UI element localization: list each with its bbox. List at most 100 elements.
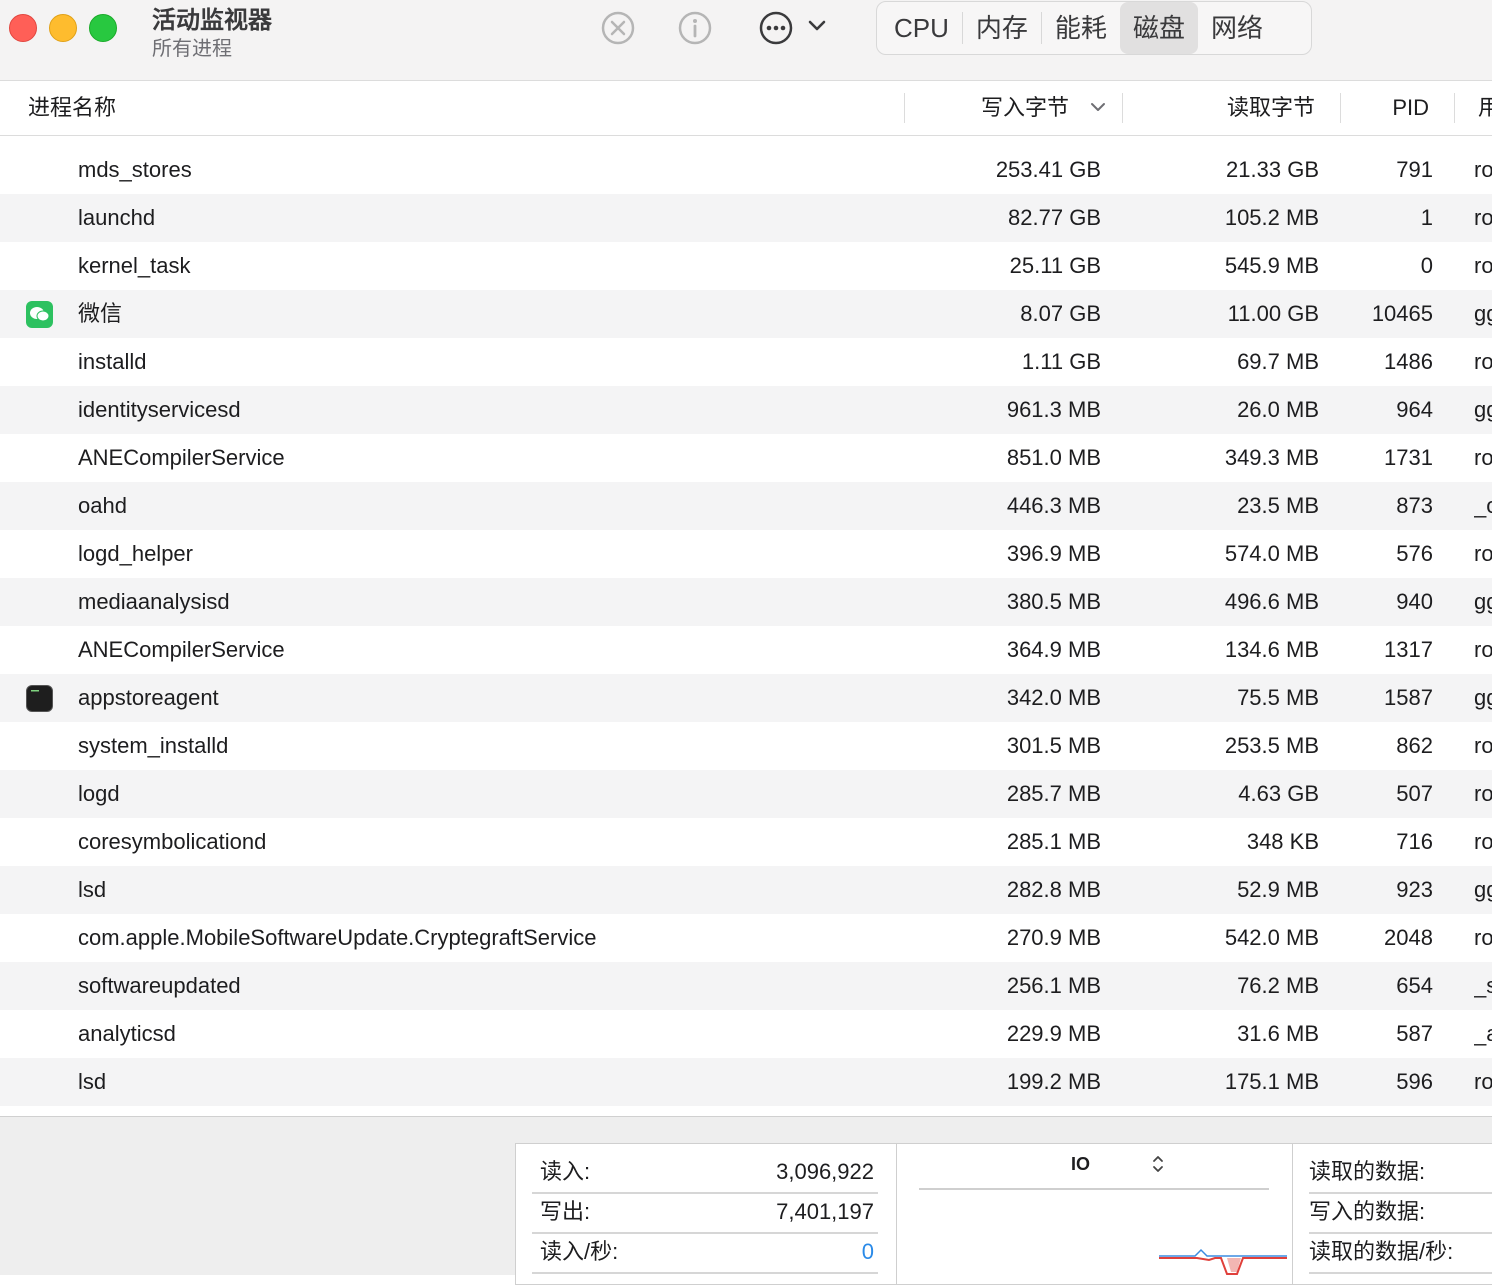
table-row[interactable]: 微信 8.07 GB 11.00 GB 10465 gg (0, 290, 1492, 338)
bytes-read: 52.9 MB (1237, 877, 1319, 902)
table-row[interactable]: coresymbolicationd 285.1 MB 348 KB 716 ro (0, 818, 1492, 866)
table-row[interactable]: appstoreagent 342.0 MB 75.5 MB 1587 gg (0, 674, 1492, 722)
read-series-line (1159, 1248, 1287, 1257)
bytes-read: 545.9 MB (1224, 253, 1319, 278)
user: ro (1474, 925, 1492, 950)
pid: 596 (1396, 1069, 1433, 1094)
bytes-written: 301.5 MB (1006, 733, 1101, 758)
chevron-down-icon[interactable] (806, 14, 828, 43)
bytes-written: 282.8 MB (1006, 877, 1101, 902)
tab-energy[interactable]: 能耗 (1042, 2, 1120, 54)
column-header-process-name[interactable]: 进程名称 (28, 81, 116, 135)
minimize-window-button[interactable] (49, 14, 77, 42)
bytes-written: 364.9 MB (1006, 637, 1101, 662)
table-row[interactable]: com.apple.MobileSoftwareUpdate.Cryptegra… (0, 914, 1492, 962)
pid: 923 (1396, 877, 1433, 902)
bytes-written: 199.2 MB (1006, 1069, 1101, 1094)
process-name: ANECompilerService (78, 445, 285, 470)
table-row[interactable]: lsd 199.2 MB 175.1 MB 596 ro (0, 1058, 1492, 1106)
user: gg (1474, 301, 1492, 326)
tab-disk[interactable]: 磁盘 (1119, 2, 1198, 54)
column-header-user[interactable]: 用 (1478, 81, 1492, 135)
process-name: ANECompilerService (78, 637, 285, 662)
process-name: 微信 (78, 301, 123, 326)
stat-row-reads-in: 读入: 3,096,922 (532, 1152, 878, 1194)
table-row[interactable]: installd 1.11 GB 69.7 MB 1486 ro (0, 338, 1492, 386)
more-options-icon[interactable] (756, 8, 796, 53)
stat-row-writes-out: 写出: 7,401,197 (532, 1192, 878, 1234)
bytes-written: 851.0 MB (1006, 445, 1101, 470)
process-filter-label[interactable]: 所有进程 (152, 32, 232, 61)
table-row[interactable]: ANECompilerService 364.9 MB 134.6 MB 1317 ro (0, 626, 1492, 674)
bytes-written: 229.9 MB (1006, 1021, 1101, 1046)
column-divider[interactable] (904, 93, 905, 123)
app-title: 活动监视器 (152, 7, 272, 34)
close-window-button[interactable] (9, 14, 37, 42)
bytes-written: 1.11 GB (1021, 349, 1101, 374)
column-header-bytes-written[interactable]: 写入字节 (981, 81, 1069, 135)
user: _a (1474, 1021, 1492, 1046)
process-name: mediaanalysisd (78, 589, 230, 614)
table-row[interactable]: logd 285.7 MB 4.63 GB 507 ro (0, 770, 1492, 818)
pid: 2048 (1384, 925, 1433, 950)
stat-label-data-read-per-sec: 读取的数据/秒: (1309, 1232, 1492, 1274)
column-header-pid[interactable]: PID (1392, 81, 1429, 135)
column-divider[interactable] (1454, 93, 1455, 123)
user: ro (1474, 205, 1492, 230)
bytes-read: 21.33 GB (1226, 157, 1319, 182)
table-row[interactable]: oahd 446.3 MB 23.5 MB 873 _o (0, 482, 1492, 530)
stop-process-icon[interactable] (598, 8, 638, 53)
pid: 873 (1396, 493, 1433, 518)
table-row[interactable]: launchd 82.77 GB 105.2 MB 1 ro (0, 194, 1492, 242)
pid: 507 (1396, 781, 1433, 806)
tab-memory[interactable]: 内存 (963, 2, 1041, 54)
pid: 1 (1420, 205, 1433, 230)
tab-cpu[interactable]: CPU (881, 2, 962, 54)
sort-descending-icon[interactable] (1088, 97, 1108, 122)
pid: 964 (1396, 397, 1433, 422)
process-name: com.apple.MobileSoftwareUpdate.Cryptegra… (78, 925, 597, 950)
table-row[interactable]: logd_helper 396.9 MB 574.0 MB 576 ro (0, 530, 1492, 578)
zoom-window-button[interactable] (89, 14, 117, 42)
table-row[interactable]: softwareupdated 256.1 MB 76.2 MB 654 _s (0, 962, 1492, 1010)
table-row[interactable]: analyticsd 229.9 MB 31.6 MB 587 _a (0, 1010, 1492, 1058)
user: ro (1474, 349, 1492, 374)
bytes-read: 4.63 GB (1238, 781, 1319, 806)
stat-label: 读入/秒: (540, 1239, 619, 1264)
user: ro (1474, 1069, 1492, 1094)
process-name: appstoreagent (78, 685, 219, 710)
bytes-read: 253.5 MB (1224, 733, 1319, 758)
io-stats-panel: 读入: 3,096,922 写出: 7,401,197 读入/秒: 0 (515, 1143, 897, 1285)
column-divider[interactable] (1340, 93, 1341, 123)
tab-network[interactable]: 网络 (1198, 2, 1276, 54)
column-divider[interactable] (1122, 93, 1123, 123)
user: ro (1474, 541, 1492, 566)
table-row[interactable]: lsd 282.8 MB 52.9 MB 923 gg (0, 866, 1492, 914)
stat-label: 写出: (540, 1199, 591, 1224)
process-name: logd (78, 781, 120, 806)
pid: 10465 (1371, 301, 1433, 326)
process-name: mds_stores (78, 157, 192, 182)
bytes-read: 349.3 MB (1224, 445, 1319, 470)
chart-mode-selector[interactable]: IO (1071, 1154, 1090, 1175)
up-down-arrows-icon[interactable] (1151, 1154, 1165, 1179)
pid: 0 (1420, 253, 1433, 278)
table-row[interactable]: mds_stores 253.41 GB 21.33 GB 791 ro (0, 146, 1492, 194)
table-row[interactable]: system_installd 301.5 MB 253.5 MB 862 ro (0, 722, 1492, 770)
bytes-written: 396.9 MB (1006, 541, 1101, 566)
user: _o (1474, 493, 1492, 518)
stat-label-data-written: 写入的数据: (1309, 1192, 1492, 1234)
bytes-written: 253.41 GB (995, 157, 1101, 182)
terminal-icon (26, 685, 53, 712)
bytes-read: 75.5 MB (1237, 685, 1319, 710)
info-icon[interactable] (675, 8, 715, 53)
bytes-written: 446.3 MB (1006, 493, 1101, 518)
table-row[interactable]: ANECompilerService 851.0 MB 349.3 MB 1731 ro (0, 434, 1492, 482)
column-header-bytes-read[interactable]: 读取字节 (1227, 81, 1315, 135)
table-row[interactable]: mediaanalysisd 380.5 MB 496.6 MB 940 gg (0, 578, 1492, 626)
user: gg (1474, 877, 1492, 902)
process-name: coresymbolicationd (78, 829, 267, 854)
table-row[interactable]: identityservicesd 961.3 MB 26.0 MB 964 gg (0, 386, 1492, 434)
table-row[interactable]: kernel_task 25.11 GB 545.9 MB 0 ro (0, 242, 1492, 290)
process-name: kernel_task (78, 253, 191, 278)
